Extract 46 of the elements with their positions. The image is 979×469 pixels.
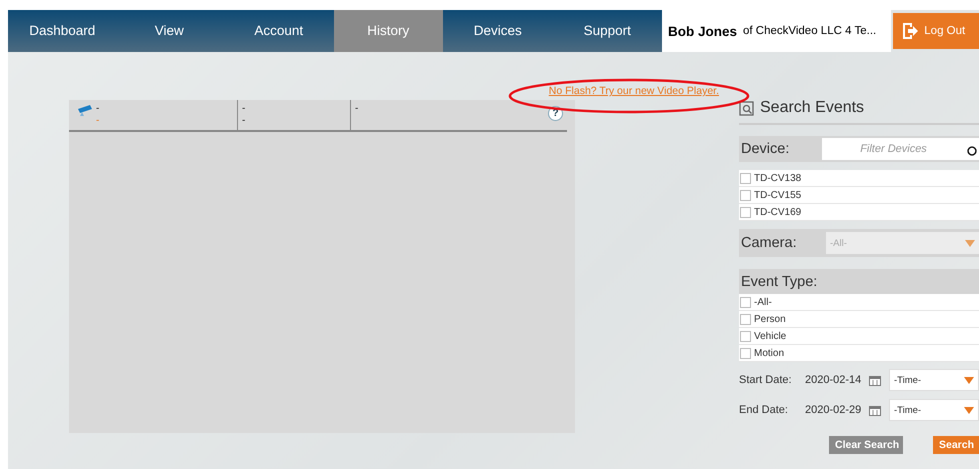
checkbox[interactable]	[740, 330, 751, 342]
logout-icon	[901, 22, 920, 40]
checkbox[interactable]	[740, 190, 751, 200]
field-label: End Date:	[739, 404, 789, 416]
field-label: Start Date:	[739, 374, 793, 386]
camera-icon	[76, 103, 94, 118]
checkbox-label: Person	[754, 314, 786, 324]
info-text: -	[96, 103, 100, 115]
info-text: -	[242, 103, 246, 115]
time-dropdown[interactable]: -Time-	[889, 369, 979, 391]
filter-field[interactable]: Filter Devices	[822, 138, 965, 160]
nav-tab[interactable]: Account	[224, 10, 334, 52]
date-field[interactable]: 2020-02-14	[805, 374, 867, 386]
user-name: Bob Jones	[668, 24, 738, 38]
search-icon	[965, 138, 979, 160]
field-label: Device:	[740, 141, 790, 157]
nav-tab[interactable]: Devices	[443, 10, 552, 52]
caret-icon	[964, 406, 974, 414]
field-label: Event Type:	[740, 274, 818, 290]
nav-tab[interactable]: Support	[552, 10, 662, 52]
caret-icon	[965, 240, 975, 246]
info-text: -	[242, 115, 246, 127]
calendar-icon	[869, 374, 881, 386]
info-text: -	[96, 115, 100, 127]
nav-tab[interactable]: Dashboard	[10, 10, 115, 52]
nav-tab[interactable]: View	[114, 10, 224, 52]
calendar-icon	[869, 404, 881, 416]
panel-title: Search Events	[760, 99, 864, 117]
checkbox-label: TD-CV169	[754, 206, 802, 218]
search-icon	[739, 100, 754, 116]
info-text: -	[355, 103, 358, 115]
checkbox[interactable]	[740, 296, 751, 308]
caret-icon	[964, 376, 974, 384]
checkbox-label: -All-	[754, 296, 772, 308]
checkbox[interactable]	[740, 172, 751, 184]
date-field[interactable]: 2020-02-29	[805, 404, 867, 416]
checkbox[interactable]	[740, 314, 751, 324]
checkbox-label: TD-CV138	[754, 172, 802, 184]
time-dropdown[interactable]: -Time-	[889, 399, 979, 421]
checkbox-label: Vehicle	[754, 330, 786, 342]
checkbox[interactable]	[740, 348, 751, 358]
user-organization: of CheckVideo LLC 4 Te...	[743, 25, 876, 37]
checkbox[interactable]	[740, 206, 751, 218]
checkbox-label: TD-CV155	[754, 190, 802, 200]
field-label: Camera:	[740, 235, 798, 251]
checkbox-label: Motion	[754, 348, 784, 358]
